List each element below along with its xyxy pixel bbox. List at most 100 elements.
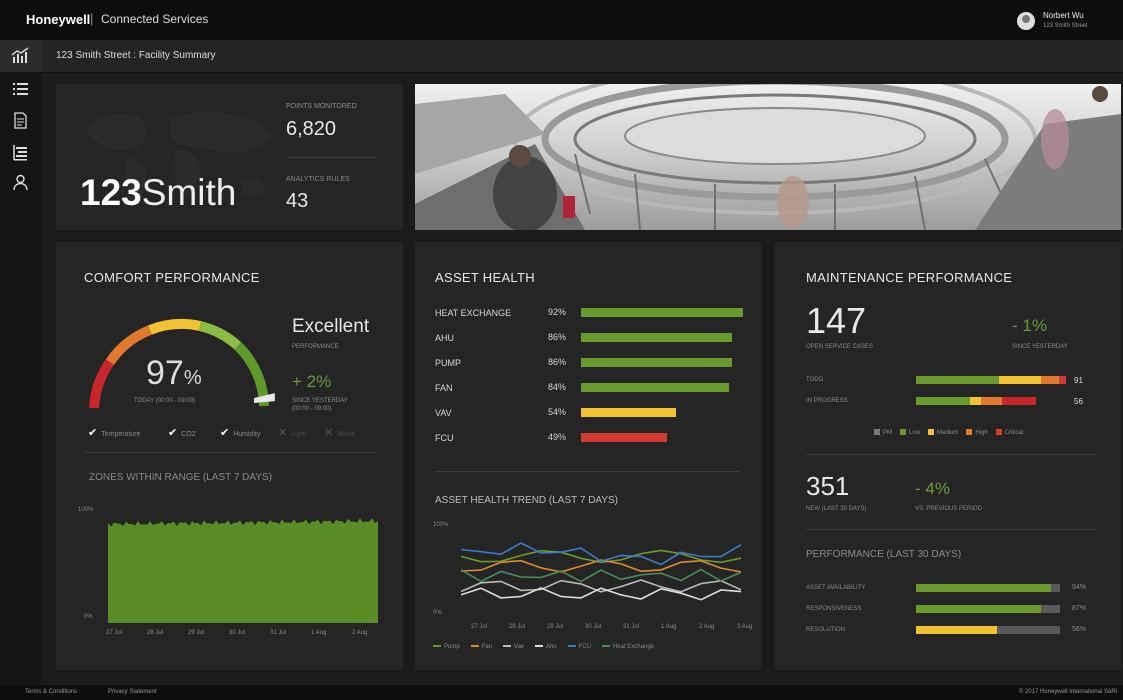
priority-legend-item: Critical bbox=[995, 429, 1024, 436]
priority-legend-label: Critical bbox=[1004, 429, 1024, 436]
case-status-row[interactable]: TODO 91 bbox=[806, 376, 1106, 388]
trend-legend-label: FCU bbox=[578, 644, 591, 650]
metric-check-label: CO2 bbox=[181, 431, 196, 438]
case-status-count: 56 bbox=[1074, 397, 1083, 406]
case-status-segment bbox=[916, 376, 999, 384]
priority-legend: PM Low Medium High Critical bbox=[874, 429, 1094, 439]
trend-legend-label: Ahu bbox=[545, 644, 557, 650]
zones-area-series bbox=[108, 518, 378, 623]
performance-pct: 94% bbox=[1072, 584, 1087, 591]
case-status-segment bbox=[1058, 376, 1066, 384]
sidebar-item-reports[interactable] bbox=[11, 111, 30, 130]
case-status-row[interactable]: IN PROGRESS 56 bbox=[806, 397, 1106, 409]
asset-pct: 92% bbox=[548, 307, 567, 317]
zones-x-tick: 31 Jul bbox=[270, 630, 287, 636]
sidebar-item-users[interactable] bbox=[11, 173, 30, 192]
asset-health-row[interactable]: FCU 49% bbox=[435, 431, 755, 447]
points-monitored-value: 6,820 bbox=[286, 118, 337, 140]
metric-check-label: Noise bbox=[337, 431, 356, 438]
performance-row[interactable]: RESOLUTION 56% bbox=[806, 626, 1106, 638]
legend-swatch bbox=[928, 429, 935, 435]
zones-y-top: 100% bbox=[78, 507, 94, 513]
asset-pct: 49% bbox=[548, 432, 567, 442]
case-status-segment bbox=[980, 397, 1002, 405]
case-status-bars: TODO 91 IN PROGRESS 56 bbox=[806, 376, 1106, 416]
asset-pct: 86% bbox=[548, 357, 567, 367]
facility-name: 123Smith bbox=[80, 172, 236, 214]
sidebar-item-list[interactable] bbox=[11, 80, 30, 99]
top-bar: Honeywell | Connected Services Norbert W… bbox=[0, 0, 1123, 40]
zones-title: ZONES WITHIN RANGE (LAST 7 DAYS) bbox=[89, 472, 272, 483]
asset-pct: 86% bbox=[548, 332, 567, 342]
divider bbox=[806, 529, 1096, 530]
performance-bar bbox=[916, 626, 997, 634]
asset-label: FAN bbox=[435, 383, 453, 393]
trend-x-tick: 27 Jul bbox=[471, 624, 488, 630]
comfort-performance-card: COMFORT PERFORMANCE 97% TODAY (00:00 - 0… bbox=[56, 242, 403, 670]
hierarchy-icon bbox=[13, 145, 27, 161]
priority-legend-item: High bbox=[966, 429, 988, 436]
sidebar bbox=[0, 40, 41, 685]
open-cases-change: - 1% bbox=[1012, 316, 1047, 335]
comfort-percent-value: 97 bbox=[146, 354, 184, 392]
new-cases-value: 351 bbox=[806, 471, 850, 501]
user-address: 123 Smith Street bbox=[1043, 23, 1088, 29]
terms-link[interactable]: Terms & Conditions bbox=[25, 689, 77, 695]
app-name: Connected Services bbox=[101, 12, 209, 26]
performance-row[interactable]: ASSET AVAILABILITY 94% bbox=[806, 584, 1106, 596]
performance-bar bbox=[916, 605, 1042, 613]
asset-label: HEAT EXCHANGE bbox=[435, 308, 512, 318]
metric-check-item[interactable]: ✔ Temperature bbox=[88, 426, 141, 439]
divider bbox=[435, 471, 740, 472]
comfort-percent: 97% bbox=[146, 354, 202, 393]
privacy-link[interactable]: Privacy Statement bbox=[108, 689, 157, 695]
trend-y-top: 100% bbox=[433, 522, 449, 528]
asset-health-row[interactable]: HEAT EXCHANGE 92% bbox=[435, 306, 755, 322]
divider bbox=[84, 452, 378, 453]
zones-x-tick: 30 Jul bbox=[229, 630, 246, 636]
asset-health-row[interactable]: FAN 84% bbox=[435, 381, 755, 397]
metric-check-label: Light bbox=[291, 431, 307, 438]
asset-bar bbox=[581, 408, 677, 417]
asset-health-row[interactable]: AHU 86% bbox=[435, 331, 755, 347]
legend-swatch bbox=[503, 645, 512, 648]
sidebar-item-dashboard[interactable] bbox=[0, 40, 41, 72]
asset-health-row[interactable]: VAV 54% bbox=[435, 406, 755, 422]
metric-check-item[interactable]: ✔ Humidity bbox=[220, 426, 260, 439]
copyright: © 2017 Honeywell International SàRl bbox=[1018, 689, 1117, 695]
analytics-rules-value: 43 bbox=[286, 190, 309, 212]
checkmark-icon: ✔ bbox=[168, 427, 178, 439]
zones-y-bottom: 0% bbox=[84, 614, 93, 620]
case-status-label: TODO bbox=[806, 377, 824, 383]
legend-swatch bbox=[966, 429, 973, 435]
case-status-segment bbox=[1001, 397, 1036, 405]
trend-legend-item: Pump bbox=[433, 644, 460, 650]
sidebar-item-hierarchy[interactable] bbox=[11, 143, 30, 162]
brand-logo[interactable]: Honeywell bbox=[26, 12, 90, 27]
metric-check-item[interactable]: ✕ Light bbox=[278, 426, 306, 439]
trend-legend-item: Fan bbox=[470, 644, 492, 650]
trend-x-tick: 3 Aug bbox=[737, 624, 753, 630]
analytics-rules-label: ANALYTICS RULES bbox=[286, 176, 350, 183]
performance-label: RESOLUTION bbox=[806, 627, 846, 633]
avatar[interactable] bbox=[1017, 12, 1035, 30]
trend-x-tick: 28 Jul bbox=[509, 624, 526, 630]
metric-check-item[interactable]: ✕ Noise bbox=[324, 426, 355, 439]
trend-series-line bbox=[461, 587, 741, 601]
performance-label: RESPONSIVENESS bbox=[806, 606, 862, 612]
asset-health-title: ASSET HEALTH bbox=[435, 270, 535, 285]
new-cases-label: NEW (LAST 30 DAYS) bbox=[806, 506, 867, 512]
legend-swatch bbox=[874, 429, 880, 435]
asset-bar bbox=[581, 358, 733, 367]
asset-bar bbox=[581, 433, 668, 442]
trend-series-line bbox=[461, 568, 741, 583]
priority-legend-label: Medium bbox=[937, 429, 959, 436]
asset-health-row[interactable]: PUMP 86% bbox=[435, 356, 755, 372]
user-name[interactable]: Norbert Wu bbox=[1043, 11, 1084, 20]
metric-check-item[interactable]: ✔ CO2 bbox=[168, 426, 196, 439]
performance-row[interactable]: RESPONSIVENESS 87% bbox=[806, 605, 1106, 617]
legend-swatch bbox=[601, 645, 610, 648]
asset-label: VAV bbox=[435, 408, 452, 418]
comfort-change-window: (00:00 - 09:00) bbox=[292, 406, 332, 412]
zones-chart bbox=[108, 518, 378, 623]
